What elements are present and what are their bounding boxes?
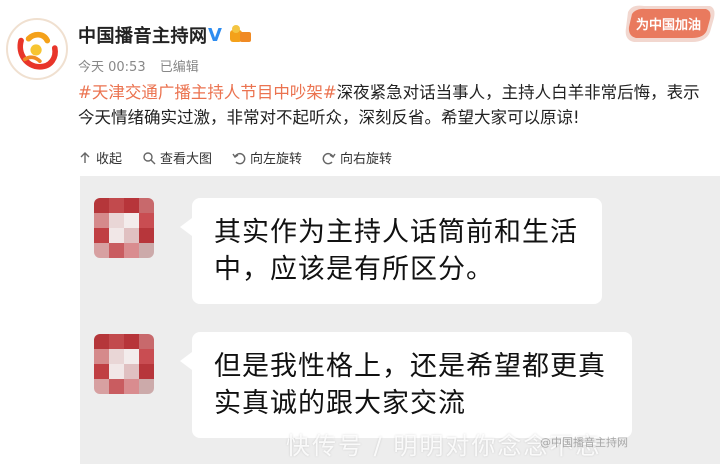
account-name[interactable]: 中国播音主持网 [78,22,208,48]
post-time[interactable]: 今天 00:53 [78,60,146,75]
logo-icon [8,20,66,78]
chat-bubble: 但是我性格上，还是希望都更真实真诚的跟大家交流 [180,332,632,438]
chat-screenshot-image[interactable]: 其实作为主持人话筒前和生活中，应该是有所区分。 但是我性格上，还是希望都更真实真… [80,176,720,464]
rotate-right-button[interactable]: 向右旋转 [322,148,392,167]
rotate-right-icon [322,152,336,164]
verified-v-icon: V [208,25,222,44]
search-icon [143,151,156,164]
arrow-up-icon [80,151,90,163]
account-avatar[interactable] [6,18,68,80]
svg-text:V: V [208,25,222,44]
promo-badge-icon: 为中国加油 [625,5,715,43]
image-actions: 收起 查看大图 向左旋转 向右旋转 [78,148,392,167]
view-large-button[interactable]: 查看大图 [142,148,212,167]
collapse-label: 收起 [96,152,123,167]
post-meta: 今天 00:53 已编辑 [78,56,209,75]
chat-avatar-blurred [94,334,154,394]
member-badge-icon [230,25,251,42]
hashtag-link[interactable]: #天津交通广播主持人节目中吵架# [78,83,337,102]
collapse-button[interactable]: 收起 [78,148,122,167]
rotate-left-icon [232,152,246,164]
rotate-left-label: 向左旋转 [250,152,303,167]
rotate-left-button[interactable]: 向左旋转 [232,148,302,167]
weibo-post-page: 中国播音主持网 V 今天 00:53 已编辑 为中国加油 #天津交通广播主持人节… [0,0,720,464]
post-text: #天津交通广播主持人节目中吵架#深夜紧急对话当事人，主持人白羊非常后悔，表示今天… [78,80,710,130]
watermark-sub: @中国播音主持网 [540,436,628,449]
chat-avatar-blurred [94,198,154,258]
rotate-right-label: 向右旋转 [340,152,393,167]
promo-text: 为中国加油 [636,17,701,33]
edited-label[interactable]: 已编辑 [160,60,199,75]
chat-bubble: 其实作为主持人话筒前和生活中，应该是有所区分。 [180,198,602,304]
view-large-label: 查看大图 [160,152,213,167]
